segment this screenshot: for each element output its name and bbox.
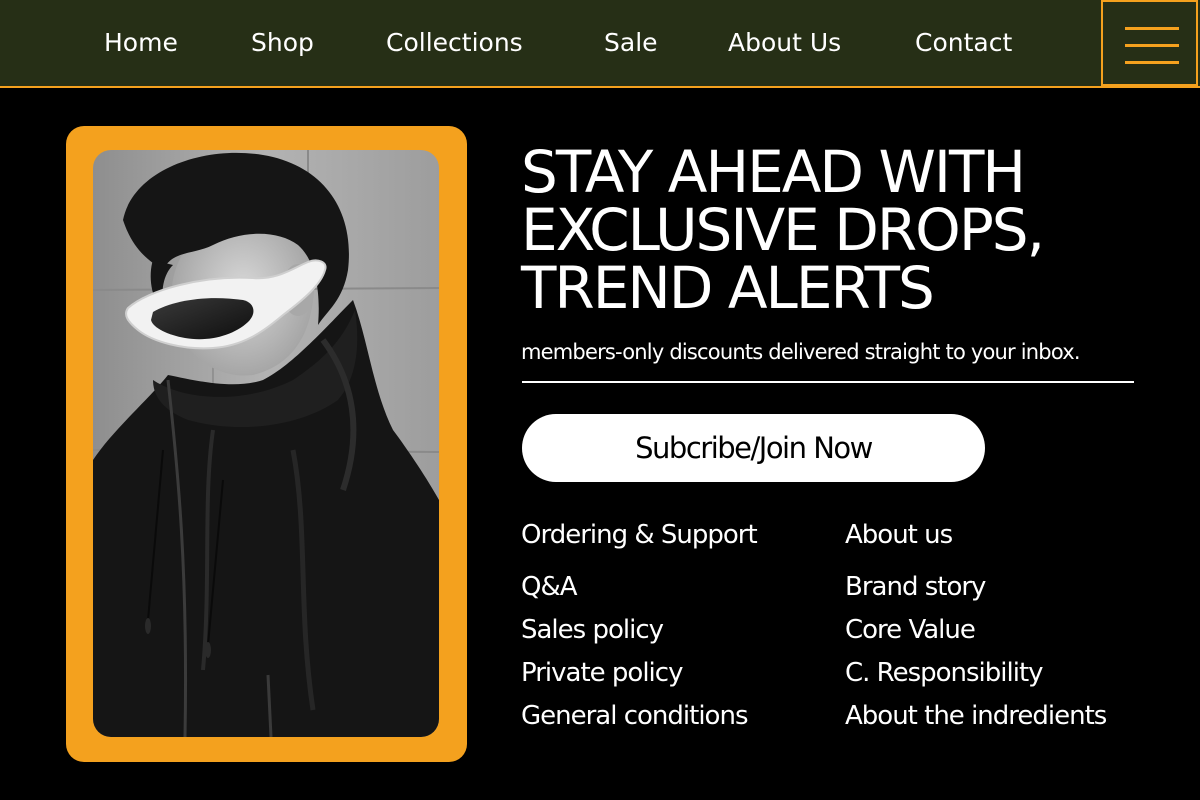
link-sales-policy[interactable]: Sales policy (521, 615, 664, 645)
hero-headline: STAY AHEAD WITH EXCLUSIVE DROPS, TREND A… (521, 143, 1181, 317)
nav-contact[interactable]: Contact (915, 26, 1012, 60)
divider-line (522, 381, 1134, 383)
hero-image-frame (66, 126, 467, 762)
headline-line-2: EXCLUSIVE DROPS, (521, 196, 1045, 264)
hamburger-menu-button[interactable] (1101, 0, 1198, 86)
subscribe-button[interactable]: Subcribe/Join Now (522, 414, 985, 482)
headline-line-1: STAY AHEAD WITH (521, 138, 1026, 206)
nav-home[interactable]: Home (104, 26, 178, 60)
top-navigation-bar: Home Shop Collections Sale About Us Cont… (0, 0, 1200, 88)
link-about-ingredients[interactable]: About the indredients (845, 701, 1107, 731)
hero-model-photo (93, 150, 439, 737)
about-us-heading: About us (845, 520, 953, 550)
nav-about-us[interactable]: About Us (728, 26, 841, 60)
link-private-policy[interactable]: Private policy (521, 658, 683, 688)
nav-sale[interactable]: Sale (604, 26, 658, 60)
link-qa[interactable]: Q&A (521, 572, 578, 602)
link-c-responsibility[interactable]: C. Responsibility (845, 658, 1044, 688)
nav-collections[interactable]: Collections (386, 26, 523, 60)
link-core-value[interactable]: Core Value (845, 615, 976, 645)
headline-line-3: TREND ALERTS (521, 254, 935, 322)
nav-shop[interactable]: Shop (251, 26, 314, 60)
link-general-conditions[interactable]: General conditions (521, 701, 748, 731)
link-brand-story[interactable]: Brand story (845, 572, 986, 602)
hero-subtext: members-only discounts delivered straigh… (521, 340, 1081, 364)
ordering-support-heading: Ordering & Support (521, 520, 758, 550)
